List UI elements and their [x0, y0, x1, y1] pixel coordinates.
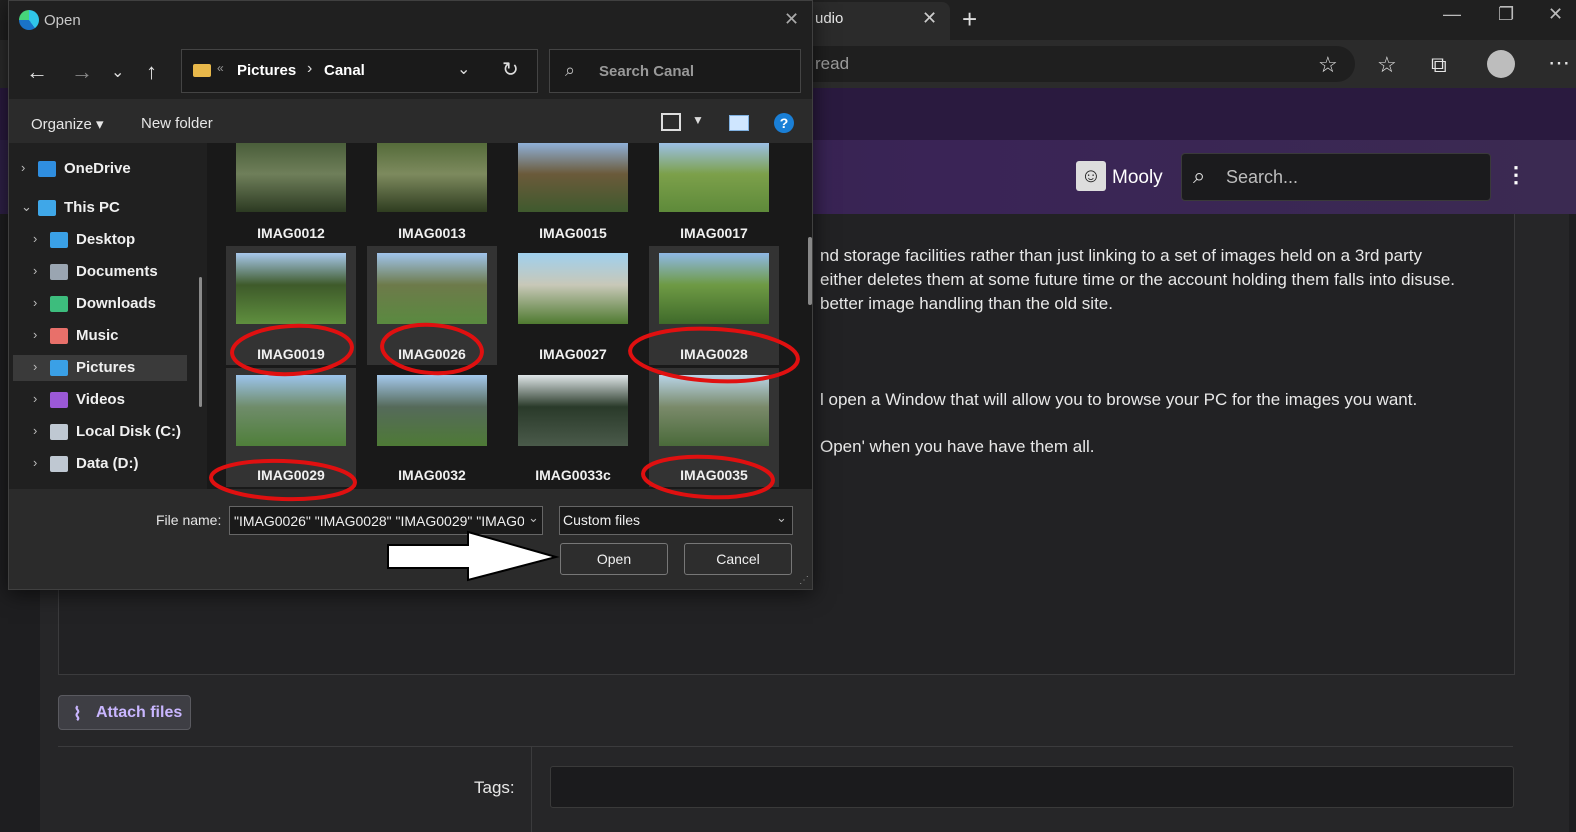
annotation-circle [641, 454, 775, 500]
annotation-layer [209, 322, 800, 582]
annotation-circle [209, 458, 357, 502]
annotation-circle [380, 322, 484, 376]
annotation-arrow [387, 530, 560, 582]
annotation-circle [628, 326, 800, 384]
annotation-circle [230, 323, 354, 377]
